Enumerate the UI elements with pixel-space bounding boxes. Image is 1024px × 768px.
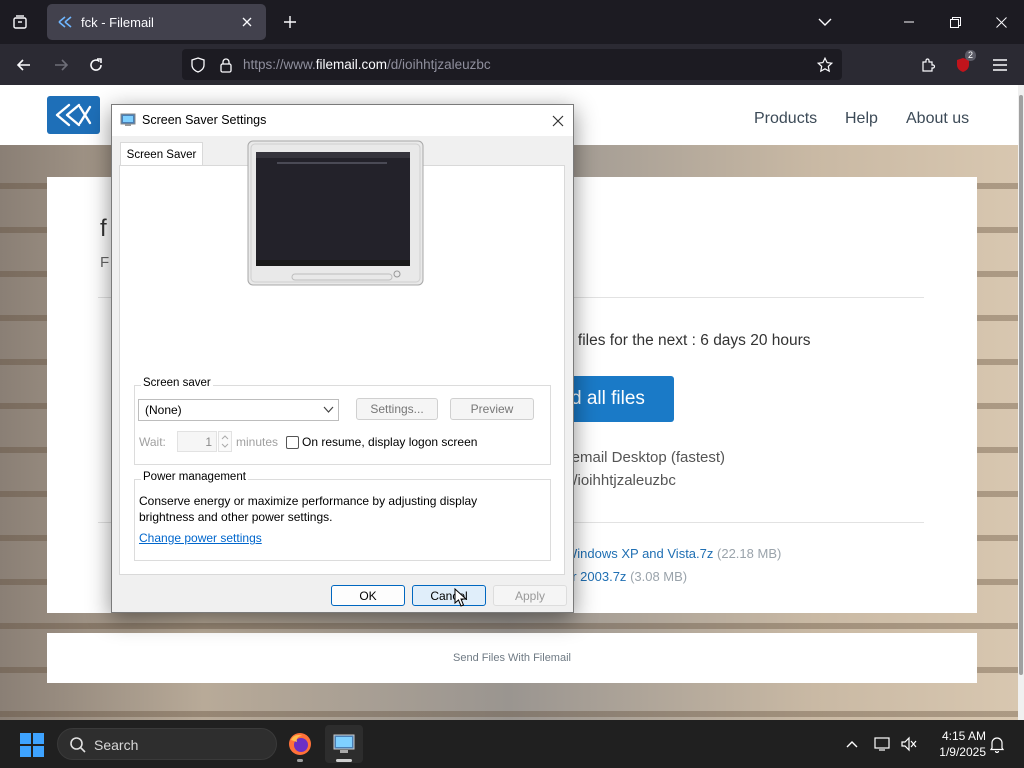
ublock-extension-icon[interactable]: 2 <box>948 50 978 80</box>
nav-link-products[interactable]: Products <box>754 110 817 128</box>
transfer-subheading: F <box>100 254 110 271</box>
wait-label: Wait: <box>139 435 166 449</box>
screen-saver-group-label: Screen saver <box>141 377 213 389</box>
url-prefix: https://www. <box>243 57 316 72</box>
clock-time: 4:15 AM <box>941 729 986 743</box>
footer-card: Send Files With Filemail <box>47 633 977 683</box>
file-name[interactable]: Windows XP and Vista.7z <box>565 546 713 561</box>
app-running-indicator <box>297 759 303 762</box>
windows-taskbar: Search 4:15 AM 1/9/2025 <box>0 720 1024 768</box>
resume-logon-checkbox[interactable] <box>286 436 299 449</box>
close-tab-icon[interactable] <box>238 13 256 31</box>
screen-saver-settings-dialog: Screen Saver Settings Screen Saver Scree… <box>111 104 574 613</box>
page-scrollbar[interactable] <box>1018 85 1024 720</box>
monitor-preview-icon <box>247 140 424 286</box>
file-name[interactable]: er 2003.7z <box>565 569 626 584</box>
url-path: /d/ioihhtjzaleuzbc <box>387 57 491 72</box>
file-row[interactable]: Windows XP and Vista.7z (22.18 MB) <box>565 546 781 561</box>
list-all-tabs-chevron-icon[interactable] <box>811 8 839 36</box>
change-power-settings-link[interactable]: Change power settings <box>139 531 262 545</box>
footer-send-files-link[interactable]: Send Files With Filemail <box>47 652 977 664</box>
minutes-label: minutes <box>236 435 279 449</box>
url-host: filemail.com <box>315 57 388 72</box>
nav-link-help[interactable]: Help <box>845 110 878 128</box>
address-bar[interactable]: https://www.filemail.com/d/ioihhtjzaleuz… <box>182 49 842 80</box>
power-description: Conserve energy or maximize performance … <box>139 494 478 524</box>
preview-button[interactable]: Preview <box>450 398 534 420</box>
browser-tab-filemail[interactable]: fck - Filemail <box>47 4 266 40</box>
screen-saver-taskbar-icon[interactable] <box>325 725 363 763</box>
search-icon <box>70 737 86 753</box>
search-label: Search <box>94 737 139 753</box>
tab-list-icon[interactable] <box>6 8 34 36</box>
wait-spinner[interactable] <box>218 431 232 452</box>
clock-date: 1/9/2025 <box>939 745 986 759</box>
restore-window-icon[interactable] <box>932 0 978 44</box>
cancel-button[interactable]: Cancel <box>412 585 486 606</box>
browser-navigation-bar: https://www.filemail.com/d/ioihhtjzaleuz… <box>0 44 1024 85</box>
download-all-files-button[interactable]: d all files <box>565 376 674 422</box>
screen-saver-group: Screen saver <box>134 377 551 465</box>
taskbar-search-box[interactable]: Search <box>57 728 277 760</box>
close-window-icon[interactable] <box>978 0 1024 44</box>
screen-saver-select[interactable]: (None) <box>138 399 339 421</box>
url-text[interactable]: https://www.filemail.com/d/ioihhtjzaleuz… <box>243 57 491 72</box>
scrollbar-thumb[interactable] <box>1019 95 1023 675</box>
tracking-protection-shield-icon[interactable] <box>188 55 208 75</box>
screen-saver-app-icon <box>120 113 136 126</box>
power-management-group-label: Power management <box>141 471 248 483</box>
mouse-cursor-icon <box>454 588 468 607</box>
extension-badge-count: 2 <box>965 50 977 61</box>
filemail-logo-icon[interactable] <box>47 96 100 134</box>
extensions-puzzle-icon[interactable] <box>913 50 943 80</box>
lock-icon[interactable] <box>216 55 236 75</box>
dialog-title-bar[interactable]: Screen Saver Settings <box>112 105 573 136</box>
file-size: (22.18 MB) <box>717 546 782 561</box>
dialog-close-icon[interactable] <box>543 105 573 136</box>
new-tab-icon[interactable] <box>276 8 304 36</box>
resume-logon-label[interactable]: On resume, display logon screen <box>302 435 477 449</box>
filemail-desktop-text[interactable]: ilemail Desktop (fastest) <box>565 449 725 466</box>
firefox-taskbar-icon[interactable] <box>281 725 319 763</box>
network-icon[interactable] <box>873 734 893 754</box>
chevron-down-icon <box>323 406 334 413</box>
notification-bell-icon[interactable] <box>987 734 1007 754</box>
hamburger-menu-icon[interactable] <box>985 50 1015 80</box>
settings-button[interactable]: Settings... <box>356 398 438 420</box>
tab-screen-saver[interactable]: Screen Saver <box>120 142 203 166</box>
forward-arrow-icon[interactable] <box>46 50 76 80</box>
transfer-heading: f <box>100 215 107 242</box>
browser-tab-bar: fck - Filemail <box>0 0 1024 44</box>
reload-icon[interactable] <box>81 50 111 80</box>
apply-button[interactable]: Apply <box>493 585 567 606</box>
ok-button[interactable]: OK <box>331 585 405 606</box>
expiry-text: e files for the next : 6 days 20 hours <box>565 332 811 349</box>
short-url-text: d/ioihhtjzaleuzbc <box>565 472 676 489</box>
show-hidden-icons-chevron-icon[interactable] <box>842 734 862 754</box>
tab-title: fck - Filemail <box>81 14 154 30</box>
back-arrow-icon[interactable] <box>9 50 39 80</box>
wait-minutes-input[interactable]: 1 <box>177 431 217 452</box>
volume-muted-icon[interactable] <box>899 734 919 754</box>
bookmark-star-icon[interactable] <box>814 54 836 76</box>
minimize-window-icon[interactable] <box>886 0 932 44</box>
dialog-title: Screen Saver Settings <box>142 113 267 127</box>
windows-start-icon[interactable] <box>14 728 50 762</box>
nav-link-about-us[interactable]: About us <box>906 110 969 128</box>
file-row[interactable]: er 2003.7z (3.08 MB) <box>565 569 687 584</box>
taskbar-clock[interactable]: 4:15 AM 1/9/2025 <box>922 728 986 760</box>
filemail-favicon-icon <box>58 16 72 28</box>
app-active-indicator <box>336 759 352 762</box>
selected-screen-saver: (None) <box>145 403 182 417</box>
file-size: (3.08 MB) <box>630 569 688 584</box>
